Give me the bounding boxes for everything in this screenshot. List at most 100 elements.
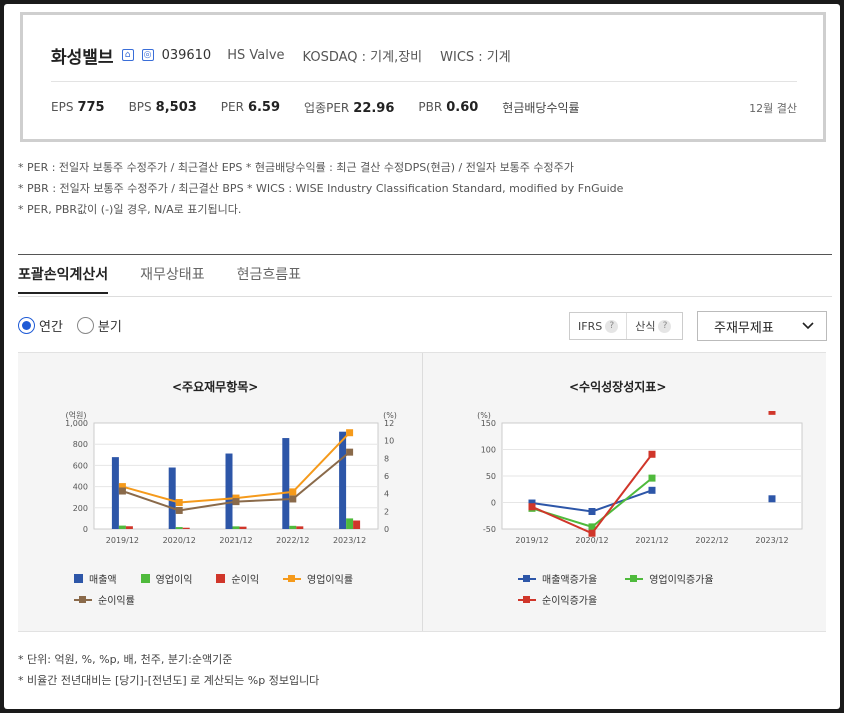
bar bbox=[232, 526, 240, 529]
bar bbox=[125, 526, 133, 529]
ir-icon[interactable]: ◎ bbox=[141, 49, 154, 61]
chart2-legend: 매출액증가율 영업이익증가율 순이익증가율 bbox=[518, 571, 818, 607]
footnotes: * 단위: 억원, %, %p, 배, 천주, 분기:순액기준 * 비율간 전년… bbox=[18, 649, 319, 691]
eps-label: EPS bbox=[51, 100, 74, 114]
line-point bbox=[588, 508, 596, 516]
per-label: PER bbox=[220, 100, 244, 114]
legend-swatch bbox=[283, 574, 302, 584]
legend-swatch bbox=[518, 574, 536, 584]
legend-swatch bbox=[74, 574, 83, 583]
y-tick-label: 600 bbox=[73, 461, 88, 470]
tab-balance-sheet[interactable]: 재무상태표 bbox=[140, 264, 204, 294]
quarter-label: 분기 bbox=[97, 320, 122, 335]
pbr-value: 0.60 bbox=[446, 100, 479, 115]
home-icon[interactable]: ⌂ bbox=[121, 49, 134, 61]
pbr-label: PBR bbox=[418, 100, 443, 114]
formula-help-button[interactable]: 산식 ? bbox=[626, 313, 679, 339]
definition-notes: * PER : 전일자 보통주 수정주가 / 최근결산 EPS * 현금배당수익… bbox=[18, 157, 623, 220]
y2-tick-label: 0 bbox=[384, 525, 389, 534]
ifrs-help-button[interactable]: IFRS ? bbox=[570, 313, 626, 339]
line-point bbox=[346, 429, 354, 437]
chart1-legend: 매출액 영업이익 순이익 영업이익률 순이익률 bbox=[74, 571, 374, 607]
y-tick-label: 800 bbox=[73, 440, 88, 449]
line-point bbox=[588, 529, 596, 537]
market-sector: KOSDAQ : 기계,장비 bbox=[302, 49, 423, 65]
x-tick-label: 2021/12 bbox=[635, 536, 668, 545]
bar bbox=[225, 453, 233, 529]
legend-operating-margin: 영업이익률 bbox=[283, 571, 353, 586]
bar bbox=[175, 527, 183, 529]
legend-label: 영업이익증가율 bbox=[649, 575, 714, 586]
sector-per-label: 업종PER bbox=[304, 101, 350, 115]
wics-sector: WICS : 기계 bbox=[440, 49, 511, 65]
legend-label: 영업이익 bbox=[155, 575, 193, 586]
x-tick-label: 2020/12 bbox=[163, 536, 196, 545]
bar bbox=[239, 526, 247, 529]
y-tick-label: 200 bbox=[73, 504, 88, 513]
annual-radio[interactable]: 연간 bbox=[18, 316, 63, 335]
bps-metric: BPS 8,503 bbox=[129, 100, 197, 115]
section-rule bbox=[18, 254, 832, 255]
tab-income-statement[interactable]: 포괄손익계산서 bbox=[18, 264, 109, 294]
line-point bbox=[648, 486, 656, 494]
sector-per-metric: 업종PER 22.96 bbox=[304, 99, 394, 116]
legend-net-margin: 순이익률 bbox=[74, 592, 135, 607]
statement-type-select[interactable]: 주재무제표 bbox=[697, 311, 827, 341]
y-tick-label: 1,000 bbox=[65, 419, 88, 428]
y2-tick-label: 6 bbox=[384, 472, 389, 481]
chart-title-growth: <수익성장성지표> bbox=[569, 380, 667, 394]
radio-checked-icon[interactable] bbox=[18, 317, 35, 334]
legend-swatch bbox=[518, 595, 536, 605]
note-line: * PER, PBR값이 (-)일 경우, N/A로 표기됩니다. bbox=[18, 203, 242, 216]
bps-value: 8,503 bbox=[155, 100, 197, 115]
y-tick-label: 150 bbox=[481, 419, 496, 428]
company-name: 화성밸브 bbox=[51, 47, 114, 68]
statement-type-value: 주재무제표 bbox=[714, 320, 774, 336]
legend-operating-income-growth: 영업이익증가율 bbox=[625, 571, 714, 586]
legend-swatch bbox=[216, 574, 226, 583]
y2-tick-label: 10 bbox=[384, 437, 394, 446]
quarter-radio[interactable]: 분기 bbox=[76, 316, 122, 335]
y2-tick-label: 8 bbox=[384, 454, 389, 463]
help-icon[interactable]: ? bbox=[605, 319, 619, 333]
formula-label: 산식 bbox=[635, 320, 656, 333]
tabs-divider bbox=[18, 296, 832, 297]
bar bbox=[289, 525, 297, 529]
tab-cash-flow[interactable]: 현금흐름표 bbox=[237, 264, 301, 294]
legend-label: 매출액 bbox=[89, 575, 117, 586]
eps-metric: EPS 775 bbox=[51, 100, 105, 115]
legend-label: 순이익증가율 bbox=[542, 596, 598, 607]
legend-revenue: 매출액 bbox=[74, 571, 117, 586]
bar bbox=[111, 457, 119, 529]
line-point bbox=[528, 503, 536, 511]
statement-tabs: 포괄손익계산서 재무상태표 현금흐름표 bbox=[18, 264, 333, 294]
x-tick-label: 2019/12 bbox=[106, 536, 139, 545]
legend-swatch bbox=[625, 574, 644, 584]
legend-label: 영업이익률 bbox=[307, 575, 354, 586]
bar bbox=[353, 520, 361, 529]
valuation-metrics: EPS 775 BPS 8,503 PER 6.59 업종PER 22.96 PBR 0.… bbox=[51, 99, 797, 116]
bar bbox=[282, 438, 290, 529]
page-frame: 화성밸브 ⌂ ◎ 039610 HS Valve KOSDAQ : 기계,장비 … bbox=[4, 4, 840, 709]
period-toggle: 연간 분기 bbox=[18, 316, 122, 335]
legend-label: 매출액증가율 bbox=[542, 575, 598, 586]
y-tick-label: -50 bbox=[483, 525, 496, 534]
line-point bbox=[768, 411, 776, 415]
help-icon[interactable]: ? bbox=[658, 319, 672, 333]
line-point bbox=[289, 495, 297, 503]
y-tick-label: 50 bbox=[486, 472, 496, 481]
legend-net-income: 순이익 bbox=[216, 571, 259, 586]
line-point bbox=[648, 450, 656, 458]
line-point bbox=[768, 495, 776, 503]
radio-unchecked-icon[interactable] bbox=[76, 317, 94, 334]
bar bbox=[168, 467, 176, 529]
x-tick-label: 2023/12 bbox=[333, 536, 366, 545]
y2-tick-label: 4 bbox=[384, 490, 389, 499]
legend-operating-income: 영업이익 bbox=[140, 571, 193, 586]
line-point bbox=[346, 448, 354, 456]
bar bbox=[182, 527, 190, 529]
settlement-month: 12월 결산 bbox=[749, 101, 797, 115]
y2-tick-label: 2 bbox=[384, 507, 389, 516]
plot-area bbox=[93, 422, 379, 530]
footnote-line: * 단위: 억원, %, %p, 배, 천주, 분기:순액기준 bbox=[18, 653, 233, 666]
